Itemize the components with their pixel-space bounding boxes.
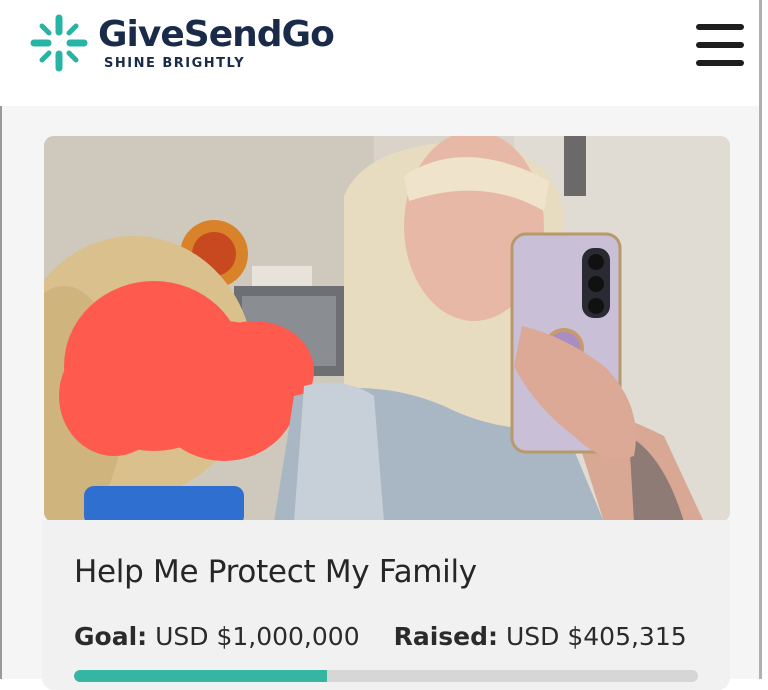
campaign-stats: Goal: USD $1,000,000 Raised: USD $405,315 (74, 622, 687, 651)
sparkle-logo-icon (30, 14, 88, 72)
goal-label: Goal: (74, 622, 148, 651)
campaign-card[interactable]: Help Me Protect My Family Goal: USD $1,0… (42, 520, 730, 690)
fundraising-progress-bar (74, 670, 698, 682)
campaign-page: Help Me Protect My Family Goal: USD $1,0… (2, 106, 760, 690)
brand-tagline: SHINE BRIGHTLY (104, 56, 246, 71)
brand-logo[interactable]: GiveSendGo SHINE BRIGHTLY (28, 12, 335, 74)
scrollbar[interactable] (759, 0, 762, 679)
campaign-title[interactable]: Help Me Protect My Family (74, 554, 477, 590)
goal-value: USD $1,000,000 (155, 622, 360, 651)
raised-label: Raised: (393, 622, 499, 651)
brand-name: GiveSendGo (98, 14, 335, 55)
site-header: GiveSendGo SHINE BRIGHTLY (0, 0, 762, 106)
campaign-photo[interactable] (44, 136, 730, 522)
progress-fill (74, 670, 327, 682)
raised-value: USD $405,315 (505, 622, 687, 651)
hamburger-menu-icon[interactable] (696, 24, 744, 68)
